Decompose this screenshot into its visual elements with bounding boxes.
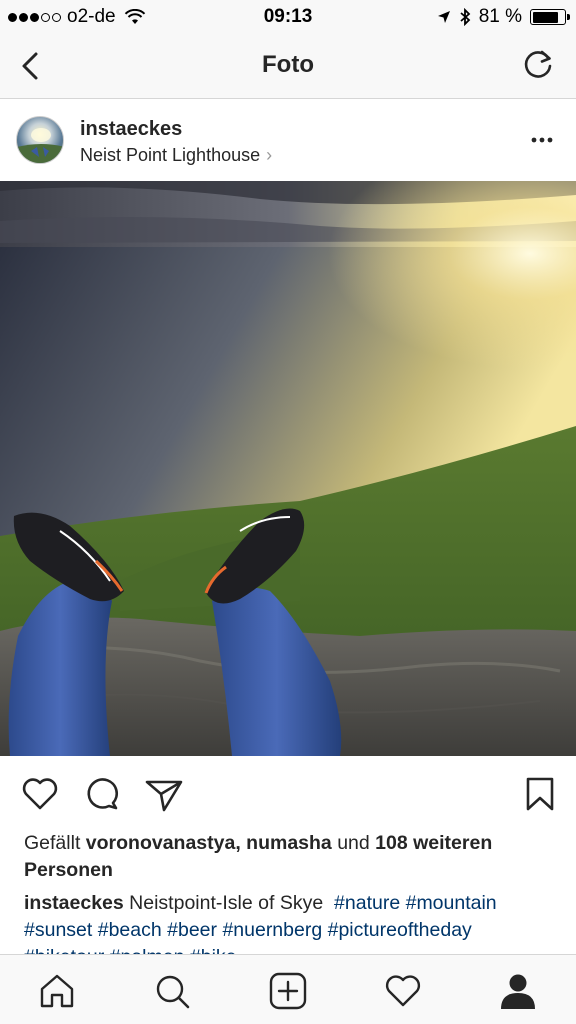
location-arrow-icon [437, 11, 450, 23]
status-right: 81 % [437, 6, 570, 28]
location-label: Neist Point Lighthouse [80, 145, 261, 165]
page-title: Foto [262, 51, 314, 78]
profile-icon[interactable] [498, 971, 538, 1011]
post-photo[interactable] [0, 181, 576, 756]
search-icon[interactable] [152, 971, 192, 1011]
username[interactable]: instaeckes [80, 118, 182, 141]
post-actions [0, 756, 576, 832]
tab-bar [0, 954, 576, 1024]
likes-count[interactable]: 108 weiteren [375, 832, 492, 854]
photo-image [0, 181, 576, 756]
bluetooth-icon [460, 8, 471, 26]
add-post-icon[interactable] [268, 971, 308, 1011]
hashtag[interactable]: #bike [190, 946, 237, 954]
likes-prefix: Gefällt [24, 832, 81, 854]
bookmark-icon[interactable] [520, 774, 560, 814]
battery-percent: 81 % [478, 6, 522, 27]
caption-author[interactable]: instaeckes [24, 892, 124, 914]
hashtag[interactable]: #beer [167, 919, 217, 941]
heart-icon[interactable] [20, 774, 60, 814]
post-header: instaeckes Neist Point Lighthouse › [0, 100, 576, 181]
caption-text: Neistpoint-Isle of Skye [129, 892, 324, 914]
hashtag[interactable]: #nature [334, 892, 400, 914]
hashtag[interactable]: #beach [98, 919, 162, 941]
hashtag[interactable]: #mountain [406, 892, 497, 914]
more-dots-icon[interactable] [530, 130, 554, 150]
hashtag[interactable]: #sunset [24, 919, 92, 941]
battery-icon [530, 9, 570, 25]
hashtag[interactable]: #palmen [110, 946, 185, 954]
chevron-right-icon: › [266, 145, 273, 165]
location-link[interactable]: Neist Point Lighthouse › [80, 145, 272, 166]
likes-suffix[interactable]: Personen [24, 859, 113, 881]
likes-users[interactable]: voronovanastya, numasha [86, 832, 332, 854]
activity-heart-icon[interactable] [383, 971, 423, 1011]
navigation-bar: Foto [0, 34, 576, 99]
send-icon[interactable] [144, 774, 184, 814]
likes-summary[interactable]: Gefällt voronovanastya, numasha und 108 … [24, 830, 554, 884]
hashtag[interactable]: #pictureoftheday [328, 919, 472, 941]
hashtag[interactable]: #biketour [24, 946, 104, 954]
avatar[interactable] [16, 116, 64, 164]
post-caption: instaeckes Neistpoint-Isle of Skye #natu… [24, 890, 554, 954]
status-bar: o2-de 09:13 81 % [0, 0, 576, 34]
avatar-image [17, 128, 63, 163]
comment-icon[interactable] [82, 774, 122, 814]
likes-connector: und [337, 832, 370, 854]
hashtag[interactable]: #nuernberg [222, 919, 322, 941]
home-icon[interactable] [37, 971, 77, 1011]
refresh-icon[interactable] [518, 46, 558, 86]
